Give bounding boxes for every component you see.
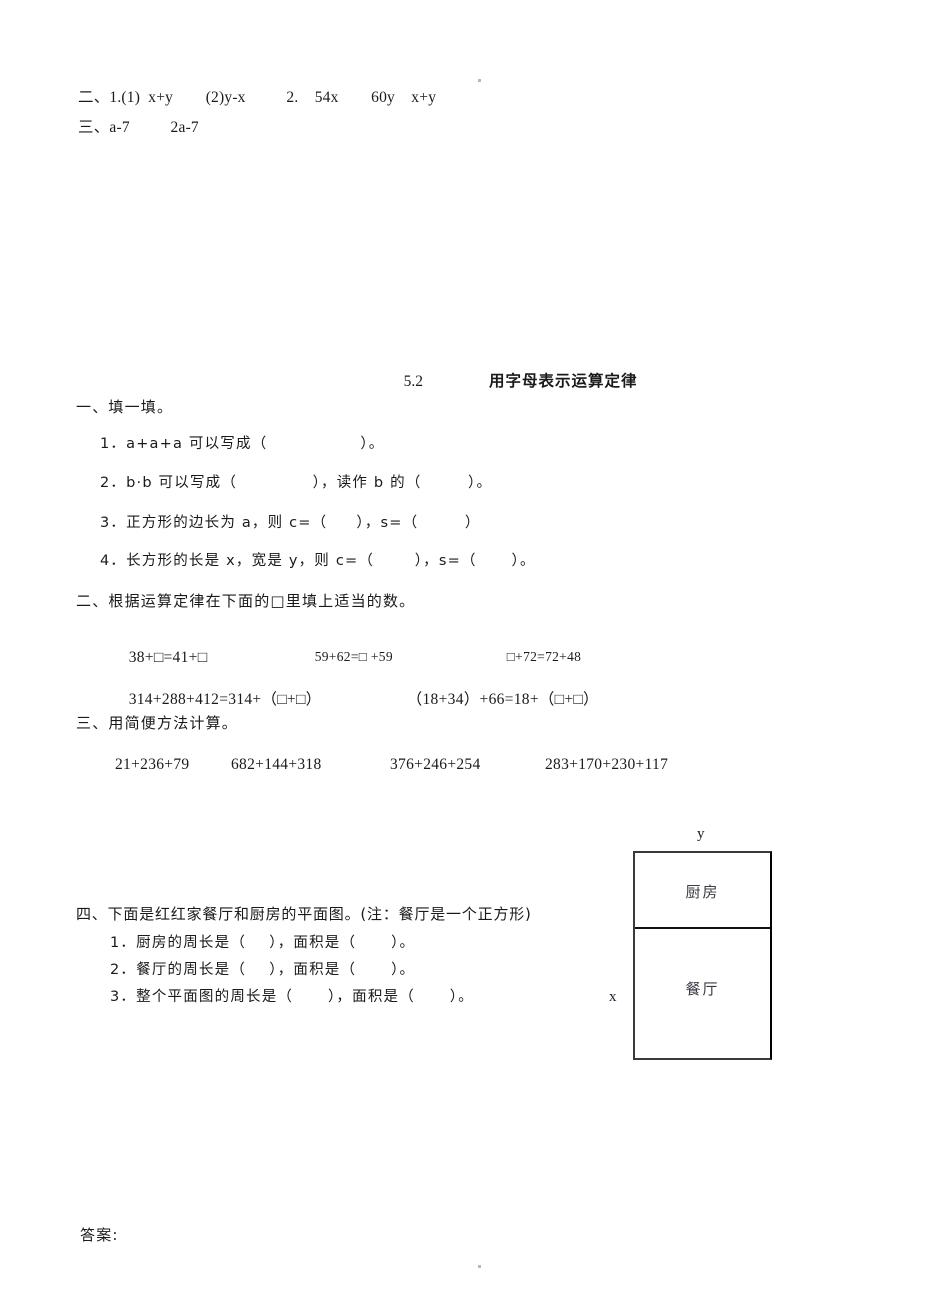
section-two-row2-expr-2: （18+34）+66=18+（□+□） (390, 676, 599, 723)
scan-speck-bottom-icon (478, 1265, 481, 1268)
previous-answers-line-2: 三、a-7 2a-7 (78, 119, 199, 136)
floor-plan-kitchen-label: 厨房 (685, 883, 720, 901)
section-three-expression-4: 283+170+230+117 (545, 756, 669, 773)
page-title-number: 5.2 (403, 372, 423, 390)
section-one-item-1: 1．a+a+a 可以写成（ ）。 (100, 436, 385, 452)
section-two-heading: 二、根据运算定律在下面的□里填上适当的数。 (76, 592, 416, 610)
section-two-row1-expr-2: 59+62=□ +59 (300, 636, 393, 677)
section-two-row1-expr-1: 38+□=41+□ (112, 634, 207, 681)
section-three-expression-3: 376+246+254 (390, 756, 481, 773)
section-three-expression-1: 21+236+79 (115, 756, 190, 773)
expr-text: 314+288+412=314+（□+□） (128, 690, 322, 708)
section-three-heading: 三、用简便方法计算。 (76, 714, 239, 732)
previous-answers-line-1: 二、1.(1) x+y (2)y-x 2. 54x 60y x+y (78, 89, 437, 106)
section-two-row1-expr-3: □+72=72+48 (492, 636, 581, 677)
section-four-heading: 四、下面是红红家餐厅和厨房的平面图。(注：餐厅是一个正方形) (76, 905, 532, 923)
scan-speck-top-icon (478, 79, 481, 82)
floor-plan-diagram: 厨房 餐厅 (633, 851, 772, 1060)
expr-text: （18+34）+66=18+（□+□） (406, 690, 599, 708)
answers-label: 答案: (80, 1226, 119, 1244)
expr-text: 38+□=41+□ (128, 648, 208, 666)
expr-text: □+72=72+48 (506, 648, 582, 664)
section-one-item-2: 2．b·b 可以写成（ ），读作 b 的（ ）。 (100, 475, 493, 491)
section-four-item-2: 2．餐厅的周长是（ ），面积是（ ）。 (110, 962, 416, 978)
section-one-heading: 一、填一填。 (76, 398, 174, 416)
section-four-item-1: 1．厨房的周长是（ ），面积是（ ）。 (110, 935, 416, 951)
floor-plan-dining-label: 餐厅 (685, 980, 720, 998)
diagram-height-label: x (609, 989, 617, 1005)
page-title: 5.2 用字母表示运算定律 (378, 358, 637, 405)
expr-text: 59+62=□ +59 (314, 648, 393, 664)
diagram-width-label: y (697, 826, 705, 842)
worksheet-page: 二、1.(1) x+y (2)y-x 2. 54x 60y x+y 三、a-7 … (0, 0, 945, 1309)
floor-plan-divider (635, 927, 770, 929)
section-one-item-4: 4．长方形的长是 x，宽是 y，则 c=（ ），s=（ ）。 (100, 553, 536, 569)
section-four-item-3: 3．整个平面图的周长是（ ），面积是（ ）。 (110, 989, 474, 1005)
section-three-expression-2: 682+144+318 (231, 756, 322, 773)
section-one-item-3: 3．正方形的边长为 a，则 c=（ ），s=（ ） (100, 515, 481, 531)
page-title-text: 用字母表示运算定律 (488, 371, 638, 390)
